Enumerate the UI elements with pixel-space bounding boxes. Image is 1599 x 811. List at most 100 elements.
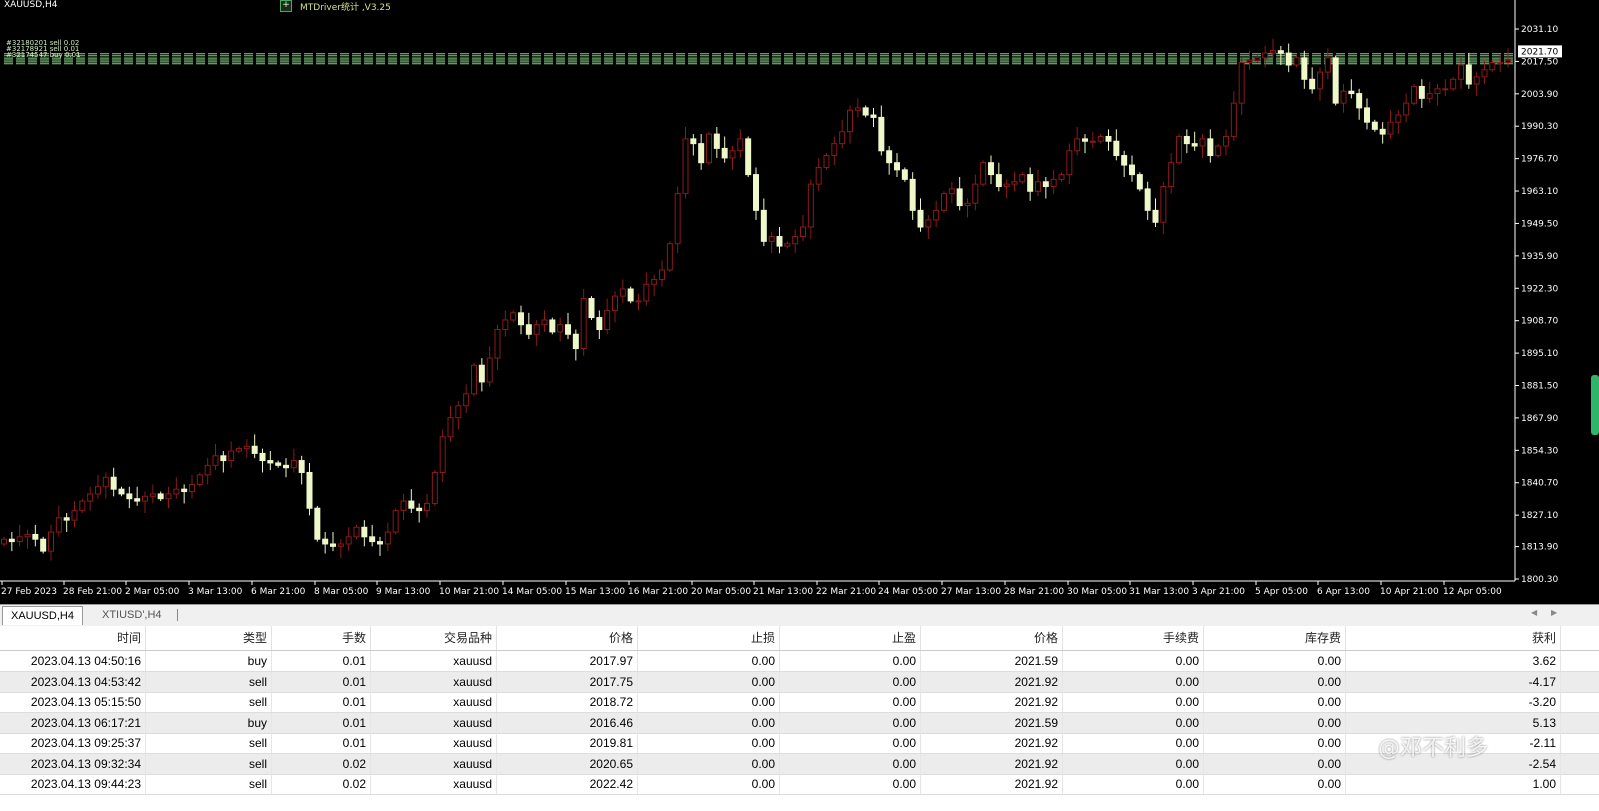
- candle-body: [392, 510, 399, 533]
- tab-xtiusd-h4[interactable]: XTIUSD',H4: [94, 606, 170, 624]
- y-tick-label: 1908.70: [1521, 317, 1558, 327]
- candle-body: [886, 150, 893, 164]
- table-cell: 2017.75: [497, 671, 638, 692]
- indicator-expand-icon[interactable]: +: [280, 0, 292, 12]
- col-header-stop-loss[interactable]: 止损: [638, 626, 780, 650]
- tab-scroll-right-icon[interactable]: ▶: [1551, 608, 1557, 617]
- candle-body: [518, 312, 524, 326]
- table-cell: xauusd: [371, 692, 497, 712]
- candle-body: [314, 507, 321, 540]
- table-row[interactable]: 2023.04.13 09:25:37 sell 0.01 xauusd 2019.81…: [0, 733, 1599, 754]
- table-cell: 0.02: [272, 753, 371, 774]
- table-row[interactable]: 2023.04.13 09:44:23 sell 0.02 xauusd 2022.42…: [0, 774, 1599, 795]
- table-cell: 2023.04.13 04:50:16: [0, 651, 146, 671]
- candle-body: [275, 462, 282, 466]
- candle-body: [510, 312, 517, 321]
- candle-body: [251, 445, 258, 454]
- candle-body: [823, 155, 830, 168]
- candle-body: [1473, 76, 1480, 85]
- y-tick-label: 1963.10: [1521, 187, 1558, 197]
- candle-body: [298, 460, 305, 473]
- table-cell: 0.00: [1204, 753, 1346, 774]
- candle-body: [1082, 138, 1088, 142]
- x-tick-label: 3 Apr 21:00: [1192, 587, 1245, 597]
- candle-body: [698, 143, 705, 164]
- x-tick-label: 14 Mar 05:00: [502, 587, 562, 597]
- table-cell: 0.00: [1063, 712, 1204, 733]
- x-tick-label: 8 Mar 05:00: [314, 587, 369, 597]
- candle-body: [1, 538, 7, 545]
- candle-body: [533, 324, 540, 335]
- table-row[interactable]: 2023.04.13 09:32:34 sell 0.02 xauusd 2020.65…: [0, 753, 1599, 775]
- candle-body: [157, 493, 164, 500]
- table-cell: 0.00: [1063, 774, 1204, 794]
- table-cell: sell: [146, 671, 272, 692]
- tab-xauusd-h4[interactable]: XAUUSD,H4: [2, 606, 83, 625]
- table-cell: 0.00: [1063, 733, 1204, 753]
- y-tick-label: 1840.70: [1521, 479, 1558, 489]
- current-price-label: 2021.70: [1521, 47, 1558, 57]
- candle-body: [1371, 121, 1378, 130]
- candle-body: [283, 464, 289, 469]
- candle-body: [345, 536, 352, 545]
- candle-body: [134, 498, 141, 502]
- candle-body: [800, 226, 806, 238]
- candle-body: [1356, 93, 1363, 109]
- candle-body: [674, 193, 681, 245]
- indicator-title: MTDriver统计 ,V3.25: [300, 3, 391, 13]
- price-chart[interactable]: 2031.10 2017.50 2003.90 1990.30 1976.70 1963.…: [0, 0, 1599, 604]
- table-cell: 0.00: [1204, 712, 1346, 733]
- table-cell: 2021.59: [921, 651, 1063, 671]
- table-cell: 2017.97: [497, 651, 638, 671]
- table-cell: 0.00: [638, 692, 780, 712]
- candle-body: [16, 536, 23, 543]
- candle-body: [572, 333, 579, 350]
- table-row[interactable]: 2023.04.13 06:17:21 buy 0.01 xauusd 2016.46 0…: [0, 712, 1599, 734]
- candle-body: [1309, 78, 1316, 90]
- candle-body: [181, 488, 188, 493]
- table-cell: 0.00: [638, 651, 780, 671]
- candle-body: [1207, 138, 1214, 157]
- candle-body: [917, 209, 924, 228]
- col-header-commission[interactable]: 手续费: [1063, 626, 1204, 650]
- table-cell: 0.01: [272, 733, 371, 753]
- candle-body: [408, 500, 415, 509]
- col-header-swap[interactable]: 库存费: [1204, 626, 1346, 650]
- candle-body: [330, 543, 336, 547]
- candle-body: [1285, 52, 1292, 66]
- candle-body: [1270, 50, 1276, 54]
- candle-body: [1246, 59, 1253, 64]
- col-header-time[interactable]: 时间: [0, 626, 146, 650]
- col-header-lots[interactable]: 手数: [272, 626, 371, 650]
- col-header-symbol[interactable]: 交易品种: [371, 626, 497, 650]
- y-tick-label: 1813.90: [1521, 543, 1558, 553]
- col-header-open-price[interactable]: 价格: [497, 626, 638, 650]
- candle-body: [1442, 88, 1449, 91]
- col-header-profit[interactable]: 获利: [1346, 626, 1561, 650]
- table-header: 时间 类型 手数 交易品种 价格 止损 止盈 价格 手续费 库存费 获利: [0, 626, 1599, 651]
- candle-body: [792, 236, 799, 245]
- candle-body: [596, 317, 603, 330]
- col-header-type[interactable]: 类型: [146, 626, 272, 650]
- y-tick-label: 1949.50: [1521, 219, 1558, 229]
- candle-body: [643, 283, 650, 302]
- table-cell: 0.01: [272, 692, 371, 712]
- candle-body: [1332, 57, 1339, 104]
- table-row[interactable]: 2023.04.13 05:15:50 sell 0.01 xauusd 2018.72…: [0, 692, 1599, 713]
- candle-body: [149, 493, 156, 497]
- candle-body: [63, 517, 70, 521]
- table-row[interactable]: 2023.04.13 04:53:42 sell 0.01 xauusd 2017.75…: [0, 671, 1599, 693]
- trade-table: 时间 类型 手数 交易品种 价格 止损 止盈 价格 手续费 库存费 获利 202…: [0, 626, 1599, 811]
- candle-body: [1058, 174, 1065, 180]
- candlestick-chart-svg[interactable]: 2031.10 2017.50 2003.90 1990.30 1976.70 1963.…: [0, 0, 1599, 604]
- table-cell: 0.00: [638, 774, 780, 794]
- candle-body: [549, 319, 556, 333]
- col-header-take-profit[interactable]: 止盈: [780, 626, 921, 650]
- candle-body: [760, 209, 767, 242]
- col-header-current-price[interactable]: 价格: [921, 626, 1063, 650]
- chart-scroll-handle[interactable]: [1591, 375, 1599, 435]
- table-row[interactable]: 2023.04.13 04:50:16 buy 0.01 xauusd 2017.97 0…: [0, 651, 1599, 672]
- candle-body: [1160, 186, 1167, 223]
- table-cell: buy: [146, 651, 272, 671]
- tab-scroll-left-icon[interactable]: ◀: [1531, 608, 1537, 617]
